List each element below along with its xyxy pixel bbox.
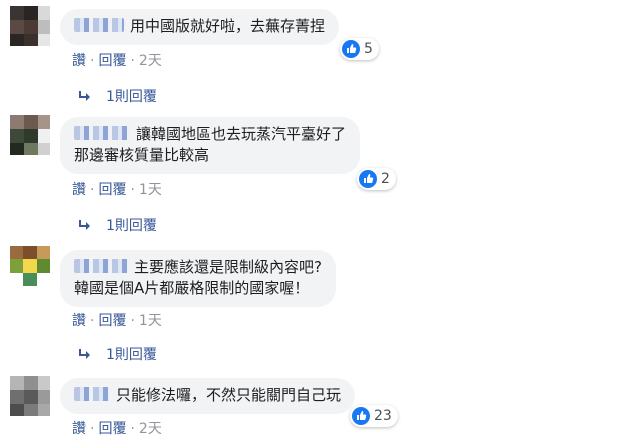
comment-text-line-1: 主要應該還是限制級內容吧? xyxy=(74,257,322,278)
comment-bubble: 只能修法囉，不然只能關門自己玩 xyxy=(60,378,356,414)
pixelated-avatar-icon xyxy=(10,115,50,155)
comment-text: 主要應該還是限制級內容吧? xyxy=(134,258,322,276)
like-link[interactable]: 讚 xyxy=(72,421,86,437)
like-icon xyxy=(342,40,360,58)
separator: · xyxy=(90,182,95,198)
author-name-blurred[interactable] xyxy=(74,387,110,401)
reply-link[interactable]: 回覆 xyxy=(98,53,126,69)
reply-link[interactable]: 回覆 xyxy=(98,313,126,329)
reply-arrow-icon xyxy=(79,91,90,101)
avatar[interactable] xyxy=(10,6,50,46)
comment-actions: 讚 · 回覆 · 2天 xyxy=(72,420,162,438)
comment-text: 用中國版就好啦，去蕪存菁捏 xyxy=(130,17,326,35)
view-replies-link[interactable]: 1則回覆 xyxy=(78,217,157,235)
timestamp[interactable]: 2天 xyxy=(139,421,162,437)
reaction-count[interactable]: 5 xyxy=(340,38,379,60)
separator: · xyxy=(90,421,95,437)
author-name-blurred[interactable] xyxy=(74,126,130,140)
comment-bubble: 用中國版就好啦，去蕪存菁捏 xyxy=(60,9,340,45)
comment-text-line-2: 韓國是個A片都嚴格限制的國家喔！ xyxy=(74,279,310,297)
comment-actions: 讚 · 回覆 · 1天 xyxy=(72,181,162,199)
reply-arrow-icon xyxy=(79,220,90,230)
reaction-count[interactable]: 2 xyxy=(357,168,396,190)
author-name-blurred[interactable] xyxy=(74,18,124,32)
view-replies-link[interactable]: 1則回覆 xyxy=(78,346,157,364)
reply-arrow-icon xyxy=(79,349,90,359)
reaction-number: 23 xyxy=(374,408,392,424)
avatar[interactable] xyxy=(10,246,50,286)
comment-actions: 讚 · 回覆 · 2天 xyxy=(72,52,162,70)
separator: · xyxy=(130,53,135,69)
comment-actions: 讚 · 回覆 · 1天 xyxy=(72,312,162,330)
author-name-blurred[interactable] xyxy=(74,259,128,273)
reaction-number: 2 xyxy=(381,171,390,187)
comment-text: 讓韓國地區也去玩蒸汽平臺好了 xyxy=(136,125,347,143)
replies-count: 1則回覆 xyxy=(106,218,157,234)
separator: · xyxy=(130,182,135,198)
reaction-count[interactable]: 23 xyxy=(350,405,398,427)
avatar[interactable] xyxy=(10,115,50,155)
comment-text-line-1: 讓韓國地區也去玩蒸汽平臺好了 xyxy=(74,124,346,145)
comment-bubble: 讓韓國地區也去玩蒸汽平臺好了 那邊審核質量比較高 xyxy=(60,117,361,174)
timestamp[interactable]: 1天 xyxy=(139,182,162,198)
like-link[interactable]: 讚 xyxy=(72,313,86,329)
like-icon xyxy=(359,170,377,188)
separator: · xyxy=(130,421,135,437)
pixelated-avatar-icon xyxy=(10,376,50,416)
timestamp[interactable]: 2天 xyxy=(139,53,162,69)
avatar[interactable] xyxy=(10,376,50,416)
like-link[interactable]: 讚 xyxy=(72,53,86,69)
like-icon xyxy=(352,407,370,425)
comment-text: 只能修法囉，不然只能關門自己玩 xyxy=(116,386,342,404)
replies-count: 1則回覆 xyxy=(106,347,157,363)
comment-bubble: 主要應該還是限制級內容吧? 韓國是個A片都嚴格限制的國家喔！ xyxy=(60,250,336,307)
pixelated-avatar-icon xyxy=(10,246,50,286)
reaction-number: 5 xyxy=(364,41,373,57)
separator: · xyxy=(90,53,95,69)
separator: · xyxy=(130,313,135,329)
replies-count: 1則回覆 xyxy=(106,89,157,105)
separator: · xyxy=(90,313,95,329)
like-link[interactable]: 讚 xyxy=(72,182,86,198)
reply-link[interactable]: 回覆 xyxy=(98,182,126,198)
view-replies-link[interactable]: 1則回覆 xyxy=(78,88,157,106)
timestamp[interactable]: 1天 xyxy=(139,313,162,329)
pixelated-avatar-icon xyxy=(10,6,50,46)
reply-link[interactable]: 回覆 xyxy=(98,421,126,437)
comment-text-line-2: 那邊審核質量比較高 xyxy=(74,146,210,164)
